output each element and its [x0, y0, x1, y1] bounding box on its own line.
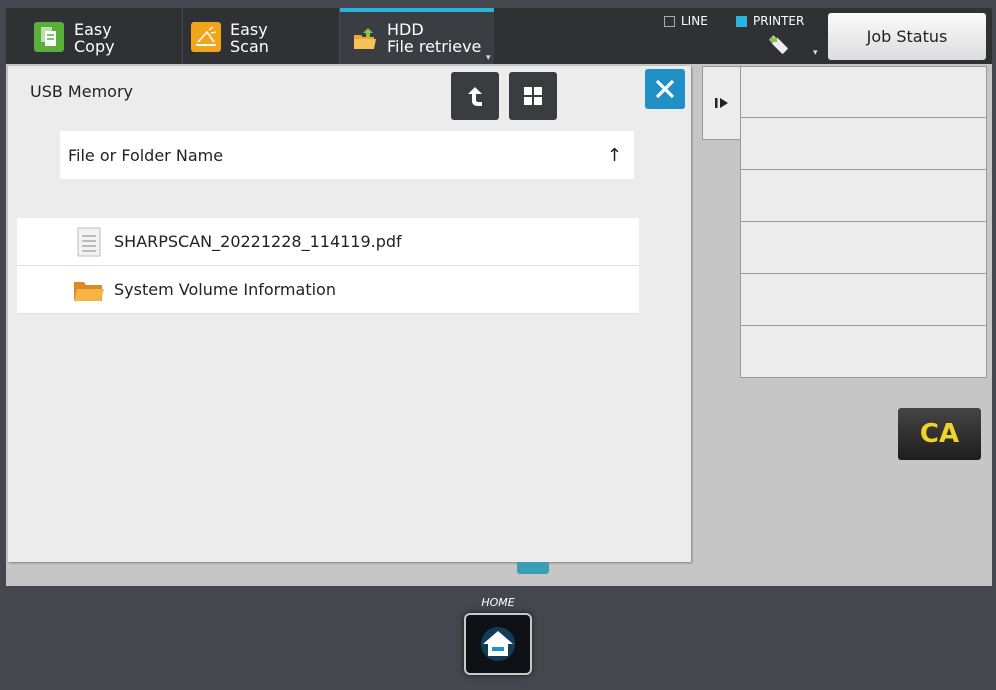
grid-icon [524, 87, 542, 105]
screen: Easy Copy Easy Scan HDD File retrieve ▾ … [0, 0, 996, 690]
folder-name: System Volume Information [114, 280, 336, 299]
scan-icon [191, 22, 221, 52]
right-panel-slot[interactable] [740, 66, 987, 118]
right-panel-slot[interactable] [740, 274, 987, 326]
close-button[interactable] [645, 69, 685, 109]
expand-arrow-icon [715, 98, 728, 108]
home-label: HOME [481, 596, 515, 609]
right-panel-list [740, 66, 987, 378]
line-indicator: LINE [664, 14, 708, 28]
file-list: SHARPSCAN_20221228_114119.pdf System Vol… [17, 218, 639, 314]
active-tab-indicator [340, 8, 494, 12]
folder-icon [73, 279, 105, 307]
thumbnail-view-button[interactable] [509, 72, 557, 120]
home-button[interactable] [464, 613, 532, 675]
printer-indicator: PRINTER [736, 14, 804, 28]
tab-easy-scan[interactable]: Easy Scan [183, 8, 339, 64]
sort-by-name-header[interactable]: File or Folder Name ↑ [60, 131, 634, 179]
folder-list-item[interactable]: System Volume Information [17, 266, 639, 314]
clear-all-button[interactable]: CA [898, 408, 981, 460]
right-panel-slot[interactable] [740, 170, 987, 222]
right-panel-slot[interactable] [740, 118, 987, 170]
usb-device-icon[interactable] [766, 32, 792, 62]
document-icon [77, 227, 101, 261]
return-arrow-icon [468, 87, 482, 106]
tab-hdd-file-retrieve[interactable]: HDD File retrieve ▾ [340, 8, 494, 64]
file-list-item[interactable]: SHARPSCAN_20221228_114119.pdf [17, 218, 639, 266]
file-name: SHARPSCAN_20221228_114119.pdf [114, 232, 402, 251]
tab-label: Easy Copy [74, 20, 115, 56]
panel-title: USB Memory [30, 82, 133, 101]
column-header-label: File or Folder Name [68, 146, 224, 165]
home-icon [481, 627, 515, 661]
folder-retrieve-icon [352, 26, 378, 52]
job-status-button[interactable]: Job Status [828, 13, 986, 60]
line-checkbox-icon [664, 15, 675, 27]
right-panel-slot[interactable] [740, 326, 987, 378]
file-browser-panel: USB Memory File or Folder Name ↑ SHARPSC… [8, 66, 691, 562]
scroll-handle[interactable] [517, 562, 549, 574]
printer-label: PRINTER [753, 14, 805, 28]
tab-label: Easy Scan [230, 20, 269, 56]
copy-icon [34, 22, 64, 52]
up-folder-button[interactable] [451, 72, 499, 120]
sort-ascending-icon: ↑ [606, 145, 622, 166]
right-panel-slot[interactable] [740, 222, 987, 274]
chevron-down-icon[interactable]: ▾ [813, 48, 818, 58]
tab-easy-copy[interactable]: Easy Copy [6, 8, 182, 64]
tab-label: HDD File retrieve [387, 20, 482, 56]
close-icon [655, 79, 675, 99]
expand-panel-button[interactable] [702, 66, 742, 140]
printer-status-icon [736, 15, 747, 27]
line-label: LINE [681, 14, 708, 28]
top-bar: Easy Copy Easy Scan HDD File retrieve ▾ … [6, 8, 992, 64]
